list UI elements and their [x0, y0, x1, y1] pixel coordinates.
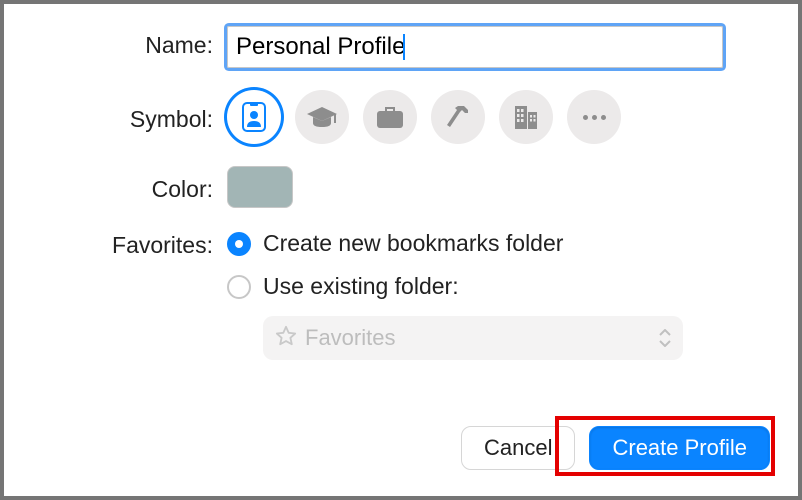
radio-use-existing-label: Use existing folder: — [263, 273, 459, 300]
name-input-text: Personal Profile — [236, 33, 405, 61]
text-caret — [403, 34, 405, 60]
color-label: Color: — [32, 166, 227, 203]
hammer-icon — [444, 103, 472, 131]
create-profile-button[interactable]: Create Profile — [589, 426, 770, 470]
color-swatch[interactable] — [227, 166, 293, 208]
color-row: Color: — [32, 166, 770, 208]
building-icon — [513, 104, 539, 130]
favorites-row: Favorites: Create new bookmarks folder U… — [32, 230, 770, 360]
favorites-option-use-existing[interactable]: Use existing folder: — [227, 273, 770, 300]
symbol-more[interactable] — [567, 90, 621, 144]
symbol-id-card[interactable] — [227, 90, 281, 144]
symbol-hammer[interactable] — [431, 90, 485, 144]
id-card-icon — [242, 102, 266, 132]
favorites-radio-group: Create new bookmarks folder Use existing… — [227, 230, 770, 300]
symbol-graduation-cap[interactable] — [295, 90, 349, 144]
symbol-options — [227, 90, 770, 144]
favorites-option-create-new[interactable]: Create new bookmarks folder — [227, 230, 770, 257]
dialog-footer: Cancel Create Profile — [461, 426, 770, 470]
graduation-cap-icon — [306, 105, 338, 129]
radio-create-new[interactable] — [227, 232, 251, 256]
symbol-label: Symbol: — [32, 90, 227, 133]
cancel-button[interactable]: Cancel — [461, 426, 575, 470]
name-row: Name: Personal Profile — [32, 26, 770, 68]
existing-folder-picker: Favorites — [263, 316, 683, 360]
radio-create-new-label: Create new bookmarks folder — [263, 230, 563, 257]
symbol-building[interactable] — [499, 90, 553, 144]
name-input-container[interactable]: Personal Profile — [227, 26, 723, 68]
symbol-briefcase[interactable] — [363, 90, 417, 144]
star-icon — [275, 325, 297, 352]
radio-use-existing[interactable] — [227, 275, 251, 299]
folder-picker-label: Favorites — [305, 325, 651, 351]
chevron-up-down-icon — [659, 329, 671, 347]
create-profile-dialog: Name: Personal Profile Symbol: — [0, 0, 802, 500]
name-label: Name: — [32, 26, 227, 59]
favorites-label: Favorites: — [32, 230, 227, 259]
ellipsis-icon — [583, 115, 606, 120]
briefcase-icon — [376, 105, 404, 129]
symbol-row: Symbol: — [32, 90, 770, 144]
